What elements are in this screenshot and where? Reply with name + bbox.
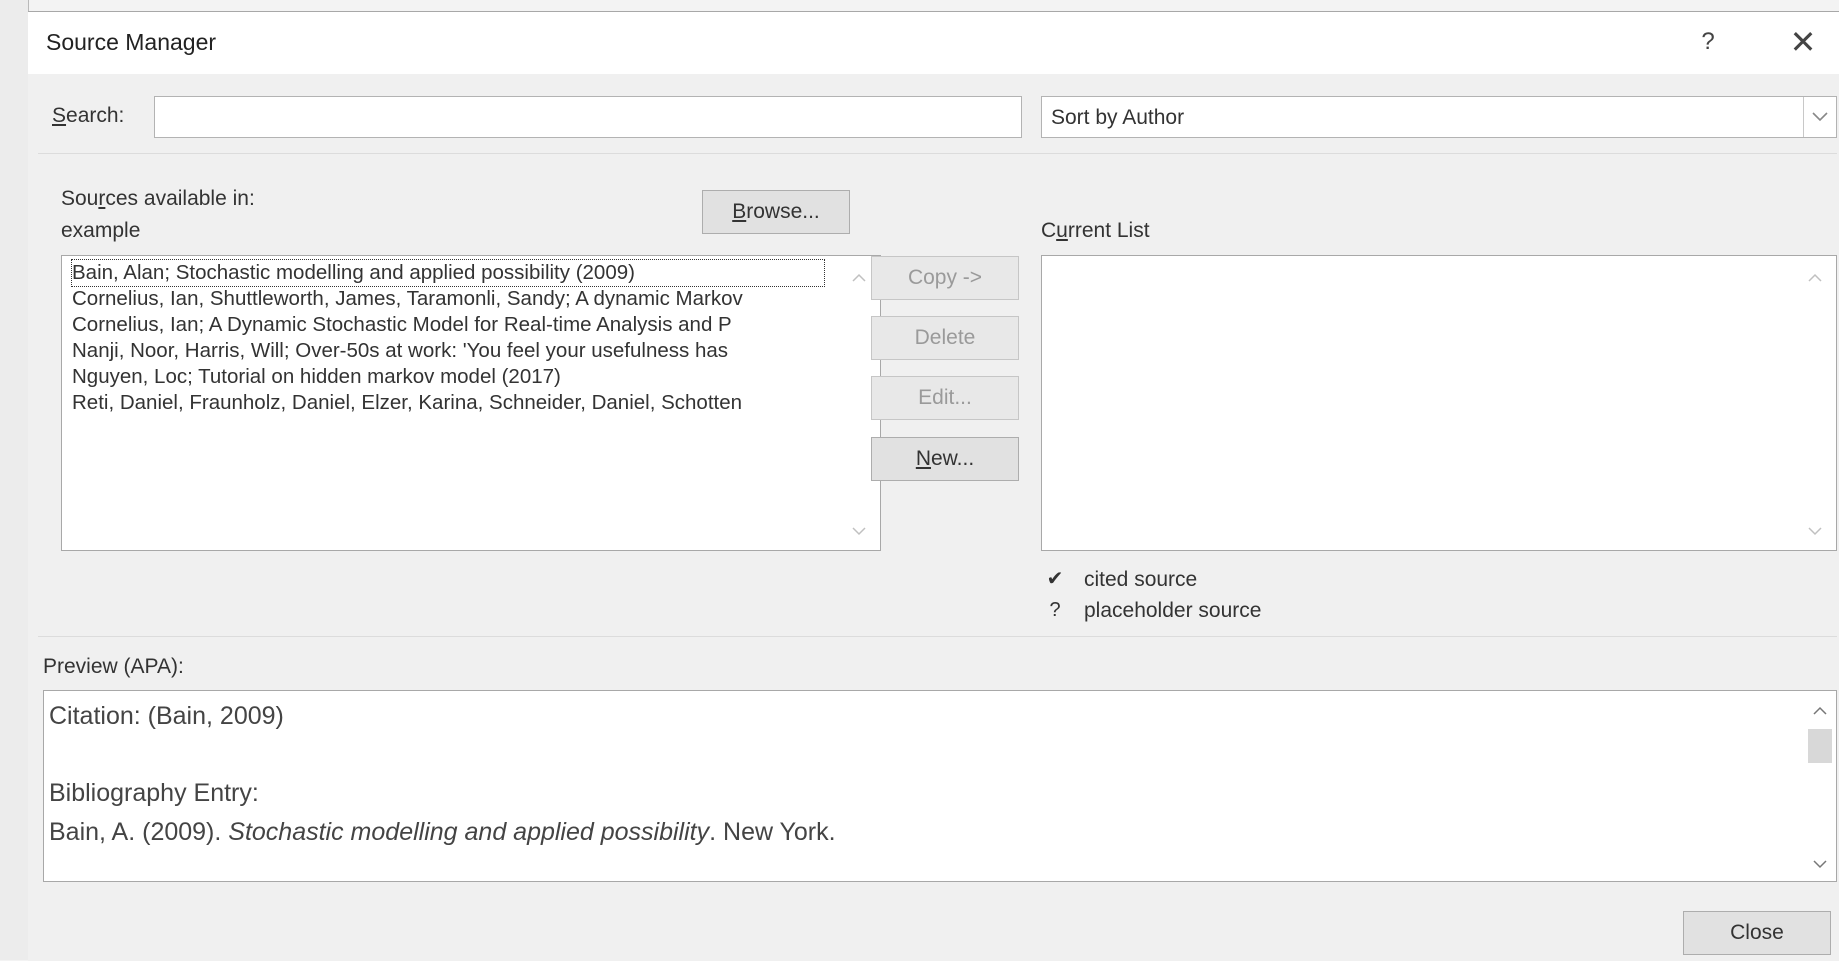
help-icon: ? xyxy=(1701,28,1715,55)
sources-available-label: Sources available in: xyxy=(61,187,255,210)
dialog-title: Source Manager xyxy=(46,29,217,55)
copy-button[interactable]: Copy -> xyxy=(871,256,1019,300)
list-item[interactable]: Cornelius, Ian, Shuttleworth, James, Tar… xyxy=(72,286,827,312)
bib-rest: . New York. xyxy=(709,818,836,846)
search-label: Search: xyxy=(52,104,125,127)
close-button[interactable]: Close xyxy=(1683,911,1831,955)
scroll-up-icon[interactable] xyxy=(846,264,872,290)
close-dialog-button[interactable]: ✕ xyxy=(1778,22,1828,62)
help-button[interactable]: ? xyxy=(1683,22,1733,62)
scroll-down-icon[interactable] xyxy=(846,518,872,544)
scroll-up-icon[interactable] xyxy=(1807,697,1833,723)
search-input[interactable] xyxy=(154,96,1022,138)
list-item[interactable]: Reti, Daniel, Fraunholz, Daniel, Elzer, … xyxy=(72,390,827,416)
browse-button[interactable]: Browse... xyxy=(702,190,850,234)
placeholder-source-label: placeholder source xyxy=(1084,599,1262,622)
bibliography-heading: Bibliography Entry: xyxy=(49,779,259,807)
checkmark-icon: ✔ xyxy=(1046,568,1064,590)
desktop-background xyxy=(0,0,29,960)
cited-source-label: cited source xyxy=(1084,568,1198,591)
separator xyxy=(38,153,1837,154)
citation-text: Citation: (Bain, 2009) xyxy=(49,702,284,730)
edit-button[interactable]: Edit... xyxy=(871,376,1019,420)
chevron-down-icon[interactable] xyxy=(1803,97,1836,137)
sources-location-label: example xyxy=(61,219,141,242)
bib-title: Stochastic modelling and applied possibi… xyxy=(228,818,710,846)
scroll-thumb[interactable] xyxy=(1808,729,1832,763)
list-item[interactable]: Bain, Alan; Stochastic modelling and app… xyxy=(71,259,825,287)
list-item[interactable]: Nanji, Noor, Harris, Will; Over-50s at w… xyxy=(72,338,827,364)
delete-button[interactable]: Delete xyxy=(871,316,1019,360)
title-bar: Source Manager ? ✕ xyxy=(28,12,1839,74)
source-manager-dialog: Source Manager ? ✕ Search: Sort by Autho… xyxy=(28,11,1839,961)
scroll-down-icon[interactable] xyxy=(1807,851,1833,877)
bibliography-entry: Bain, A. (2009). Stochastic modelling an… xyxy=(49,818,836,847)
list-item[interactable]: Nguyen, Loc; Tutorial on hidden markov m… xyxy=(72,364,827,390)
current-list[interactable] xyxy=(1041,255,1837,551)
list-item[interactable]: Cornelius, Ian; A Dynamic Stochastic Mod… xyxy=(72,312,827,338)
sort-dropdown[interactable]: Sort by Author xyxy=(1041,96,1837,138)
close-icon: ✕ xyxy=(1789,24,1817,60)
scroll-down-icon[interactable] xyxy=(1802,518,1828,544)
sort-dropdown-value: Sort by Author xyxy=(1051,106,1185,129)
preview-label: Preview (APA): xyxy=(43,655,184,678)
sources-list[interactable]: Bain, Alan; Stochastic modelling and app… xyxy=(61,255,881,551)
search-label-rest: earch: xyxy=(66,104,125,127)
preview-scrollbar[interactable] xyxy=(1804,691,1836,881)
current-list-label: Current List xyxy=(1041,219,1150,242)
bib-author: Bain, A. (2009). xyxy=(49,818,229,846)
preview-box[interactable]: Citation: (Bain, 2009) Bibliography Entr… xyxy=(43,690,1837,882)
new-button[interactable]: New... xyxy=(871,437,1019,481)
scroll-up-icon[interactable] xyxy=(1802,264,1828,290)
separator xyxy=(38,636,1837,637)
question-mark-icon: ? xyxy=(1049,599,1061,621)
